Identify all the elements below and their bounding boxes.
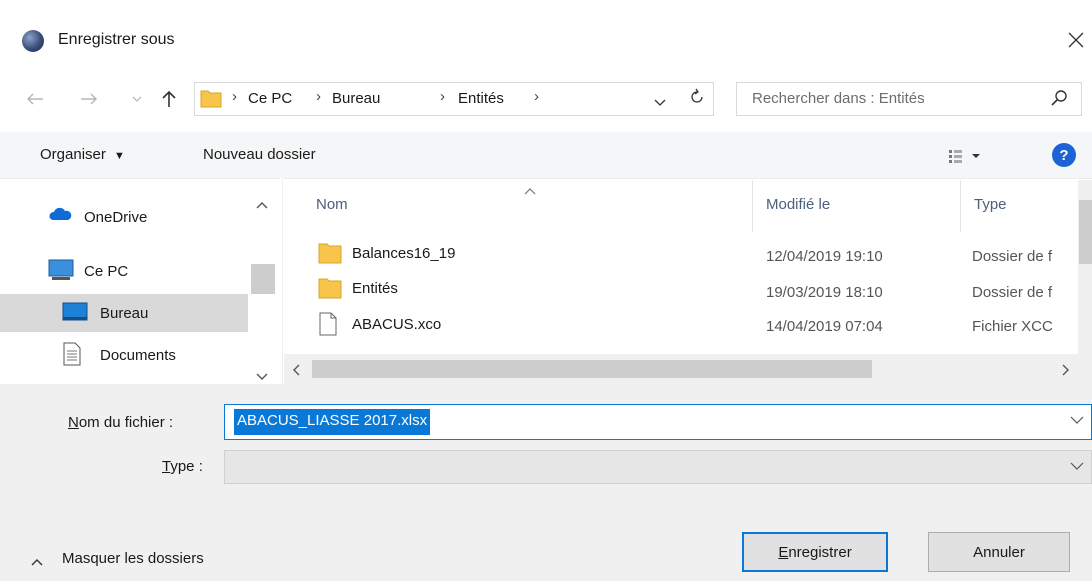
horizontal-scroll-thumb[interactable] [312, 360, 872, 378]
save-accesskey: E [778, 543, 789, 561]
type-dropdown-chevron-icon[interactable] [1070, 458, 1090, 478]
column-divider[interactable] [960, 180, 961, 232]
breadcrumb-separator-icon: › [440, 88, 445, 105]
view-options-icon[interactable] [948, 146, 988, 166]
filename-label: Nom du fichier : [68, 414, 173, 431]
cancel-button[interactable]: Annuler [928, 532, 1070, 572]
recent-locations-chevron-icon[interactable] [124, 86, 150, 112]
nav-item-label: Documents [100, 346, 176, 364]
command-toolbar [0, 132, 1092, 178]
file-type: Fichier XCC [972, 318, 1053, 335]
file-modified: 14/04/2019 07:04 [766, 318, 883, 335]
column-header-modified[interactable]: Modifié le [766, 196, 830, 213]
breadcrumb-entites[interactable]: Entités [458, 90, 504, 107]
nav-item-label: Ce PC [84, 262, 129, 280]
search-icon[interactable] [1050, 88, 1072, 110]
close-icon[interactable] [1060, 24, 1092, 56]
address-dropdown-chevron-icon[interactable] [654, 94, 666, 111]
chevron-up-icon[interactable] [30, 554, 44, 568]
scroll-left-icon[interactable] [292, 363, 300, 380]
app-icon [22, 30, 44, 52]
vertical-scroll-thumb[interactable] [1079, 200, 1092, 264]
column-header-name[interactable]: Nom [316, 196, 348, 213]
back-arrow-icon[interactable] [22, 86, 48, 112]
scroll-down-icon[interactable] [256, 368, 268, 385]
window-title: Enregistrer sous [58, 31, 175, 48]
folder-icon [318, 242, 342, 266]
filename-label-text: om du fichier : [78, 414, 174, 431]
chevron-down-icon: ▼ [114, 150, 125, 162]
file-name[interactable]: Balances16_19 [352, 245, 455, 262]
onedrive-icon [48, 206, 72, 230]
documents-icon [62, 342, 86, 366]
file-icon [318, 312, 342, 336]
file-type: Dossier de f [972, 284, 1053, 301]
type-label-text: ype : [170, 458, 203, 475]
up-arrow-icon[interactable] [156, 86, 182, 112]
scroll-up-icon[interactable] [256, 196, 268, 213]
nav-item-onedrive[interactable]: OneDrive [0, 198, 248, 236]
breadcrumb-bureau[interactable]: Bureau [332, 90, 380, 107]
column-divider[interactable] [752, 180, 753, 232]
nav-item-label: OneDrive [84, 208, 148, 226]
computer-icon [48, 259, 74, 283]
folder-icon [318, 277, 342, 301]
file-type: Dossier de f [972, 248, 1053, 265]
filename-value[interactable]: ABACUS_LIASSE 2017.xlsx [234, 409, 431, 435]
desktop-icon [62, 302, 88, 326]
breadcrumb-separator-icon: › [316, 88, 321, 105]
breadcrumb-separator-icon: › [232, 88, 237, 105]
breadcrumb-separator-icon: › [534, 88, 539, 105]
save-label: nregistrer [788, 543, 852, 561]
new-folder-button[interactable]: Nouveau dossier [203, 146, 316, 163]
nav-item-label: Bureau [100, 304, 149, 322]
save-button[interactable]: Enregistrer [742, 532, 888, 572]
sort-ascending-icon [524, 182, 536, 199]
type-select[interactable] [224, 450, 1092, 484]
filename-dropdown-chevron-icon[interactable] [1070, 412, 1090, 432]
folder-icon [200, 88, 222, 108]
file-name[interactable]: ABACUS.xco [352, 316, 441, 333]
file-name[interactable]: Entités [352, 280, 398, 297]
help-icon[interactable]: ? [1052, 143, 1076, 167]
scroll-right-icon[interactable] [1062, 363, 1070, 380]
nav-item-ce-pc[interactable]: Ce PC [0, 252, 248, 290]
hide-folders-button[interactable]: Masquer les dossiers [62, 550, 204, 567]
file-modified: 12/04/2019 19:10 [766, 248, 883, 265]
file-modified: 19/03/2019 18:10 [766, 284, 883, 301]
type-label: Type : [162, 458, 203, 475]
nav-item-documents[interactable]: Documents [0, 336, 248, 374]
breadcrumb-ce-pc[interactable]: Ce PC [248, 90, 292, 107]
column-header-type[interactable]: Type [974, 196, 1007, 213]
refresh-icon[interactable] [688, 88, 706, 110]
nav-scroll-thumb[interactable] [251, 264, 275, 294]
search-placeholder: Rechercher dans : Entités [752, 90, 925, 107]
organize-label: Organiser [40, 146, 106, 163]
nav-item-bureau[interactable]: Bureau [0, 294, 248, 332]
organize-menu-button[interactable]: Organiser ▼ [40, 146, 125, 163]
forward-arrow-icon[interactable] [76, 86, 102, 112]
filename-label-accesskey: N [68, 414, 79, 431]
